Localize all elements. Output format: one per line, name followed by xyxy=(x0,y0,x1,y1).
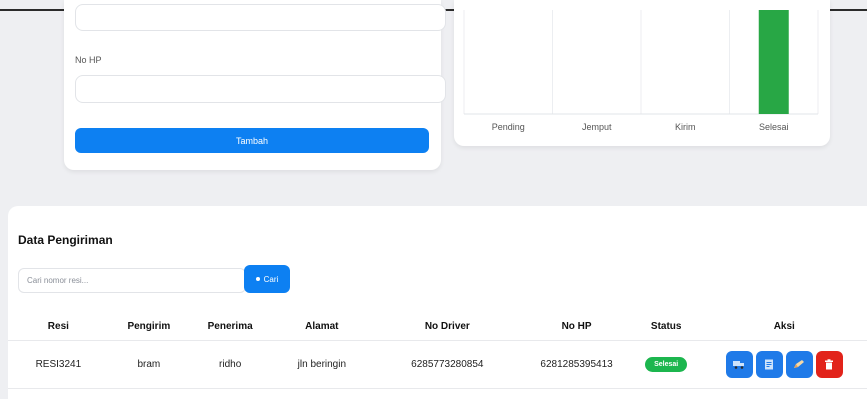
column-header-penerima: Penerima xyxy=(189,314,272,341)
column-header-aksi: Aksi xyxy=(701,314,867,341)
document-icon xyxy=(765,359,774,369)
trash-icon xyxy=(825,358,834,369)
cell-alamat: jln beringin xyxy=(271,340,373,389)
no-hp-label: No HP xyxy=(75,55,102,65)
data-pengiriman-card: Data Pengiriman Cari Resi Pengirim Pener… xyxy=(8,206,867,399)
edit-icon xyxy=(794,360,805,368)
status-bar-chart: Pending Jemput Kirim Selesai xyxy=(463,10,819,132)
cell-status: Selesai xyxy=(630,340,702,389)
no-hp-input[interactable] xyxy=(75,75,446,103)
column-header-no-hp: No HP xyxy=(522,314,631,341)
cell-no-hp: 6281285395413 xyxy=(522,340,631,389)
chart-tick-label-jemput: Jemput xyxy=(582,122,612,132)
cell-resi: RESI3241 xyxy=(8,340,109,389)
status-badge: Selesai xyxy=(645,356,688,372)
previous-input-field[interactable] xyxy=(75,4,446,31)
delete-button[interactable] xyxy=(815,350,843,378)
cari-button[interactable]: Cari xyxy=(244,265,290,293)
chart-bar-selesai xyxy=(758,10,789,114)
chart-tick-label-kirim: Kirim xyxy=(675,122,696,132)
column-header-alamat: Alamat xyxy=(271,314,373,341)
search-icon xyxy=(255,277,260,281)
cell-pengirim: bram xyxy=(108,340,189,389)
status-chart-card: Pending Jemput Kirim Selesai xyxy=(454,0,830,146)
action-buttons xyxy=(702,350,867,378)
column-header-no-driver: No Driver xyxy=(372,314,523,341)
data-pengiriman-title: Data Pengiriman xyxy=(18,233,113,247)
search-resi-input[interactable] xyxy=(18,268,246,293)
column-header-pengirim: Pengirim xyxy=(108,314,189,341)
table-header-row: Resi Pengirim Penerima Alamat No Driver … xyxy=(8,314,867,341)
truck-icon xyxy=(733,360,745,369)
cell-no-driver: 6285773280854 xyxy=(372,340,523,389)
column-header-status: Status xyxy=(630,314,702,341)
column-header-resi: Resi xyxy=(8,314,109,341)
table-row: RESI3241 bram ridho jln beringin 6285773… xyxy=(8,340,867,389)
tambah-button[interactable]: Tambah xyxy=(75,128,429,153)
detail-button[interactable] xyxy=(755,350,783,378)
cari-button-label: Cari xyxy=(263,274,279,284)
shipment-table: Resi Pengirim Penerima Alamat No Driver … xyxy=(8,314,867,389)
chart-tick-label-selesai: Selesai xyxy=(759,122,789,132)
chart-tick-label-pending: Pending xyxy=(492,122,525,132)
add-shipment-form-card: No HP Tambah xyxy=(64,0,446,170)
edit-button[interactable] xyxy=(785,350,813,378)
track-button[interactable] xyxy=(725,350,753,378)
cell-penerima: ridho xyxy=(189,340,272,389)
cell-aksi xyxy=(701,340,867,389)
